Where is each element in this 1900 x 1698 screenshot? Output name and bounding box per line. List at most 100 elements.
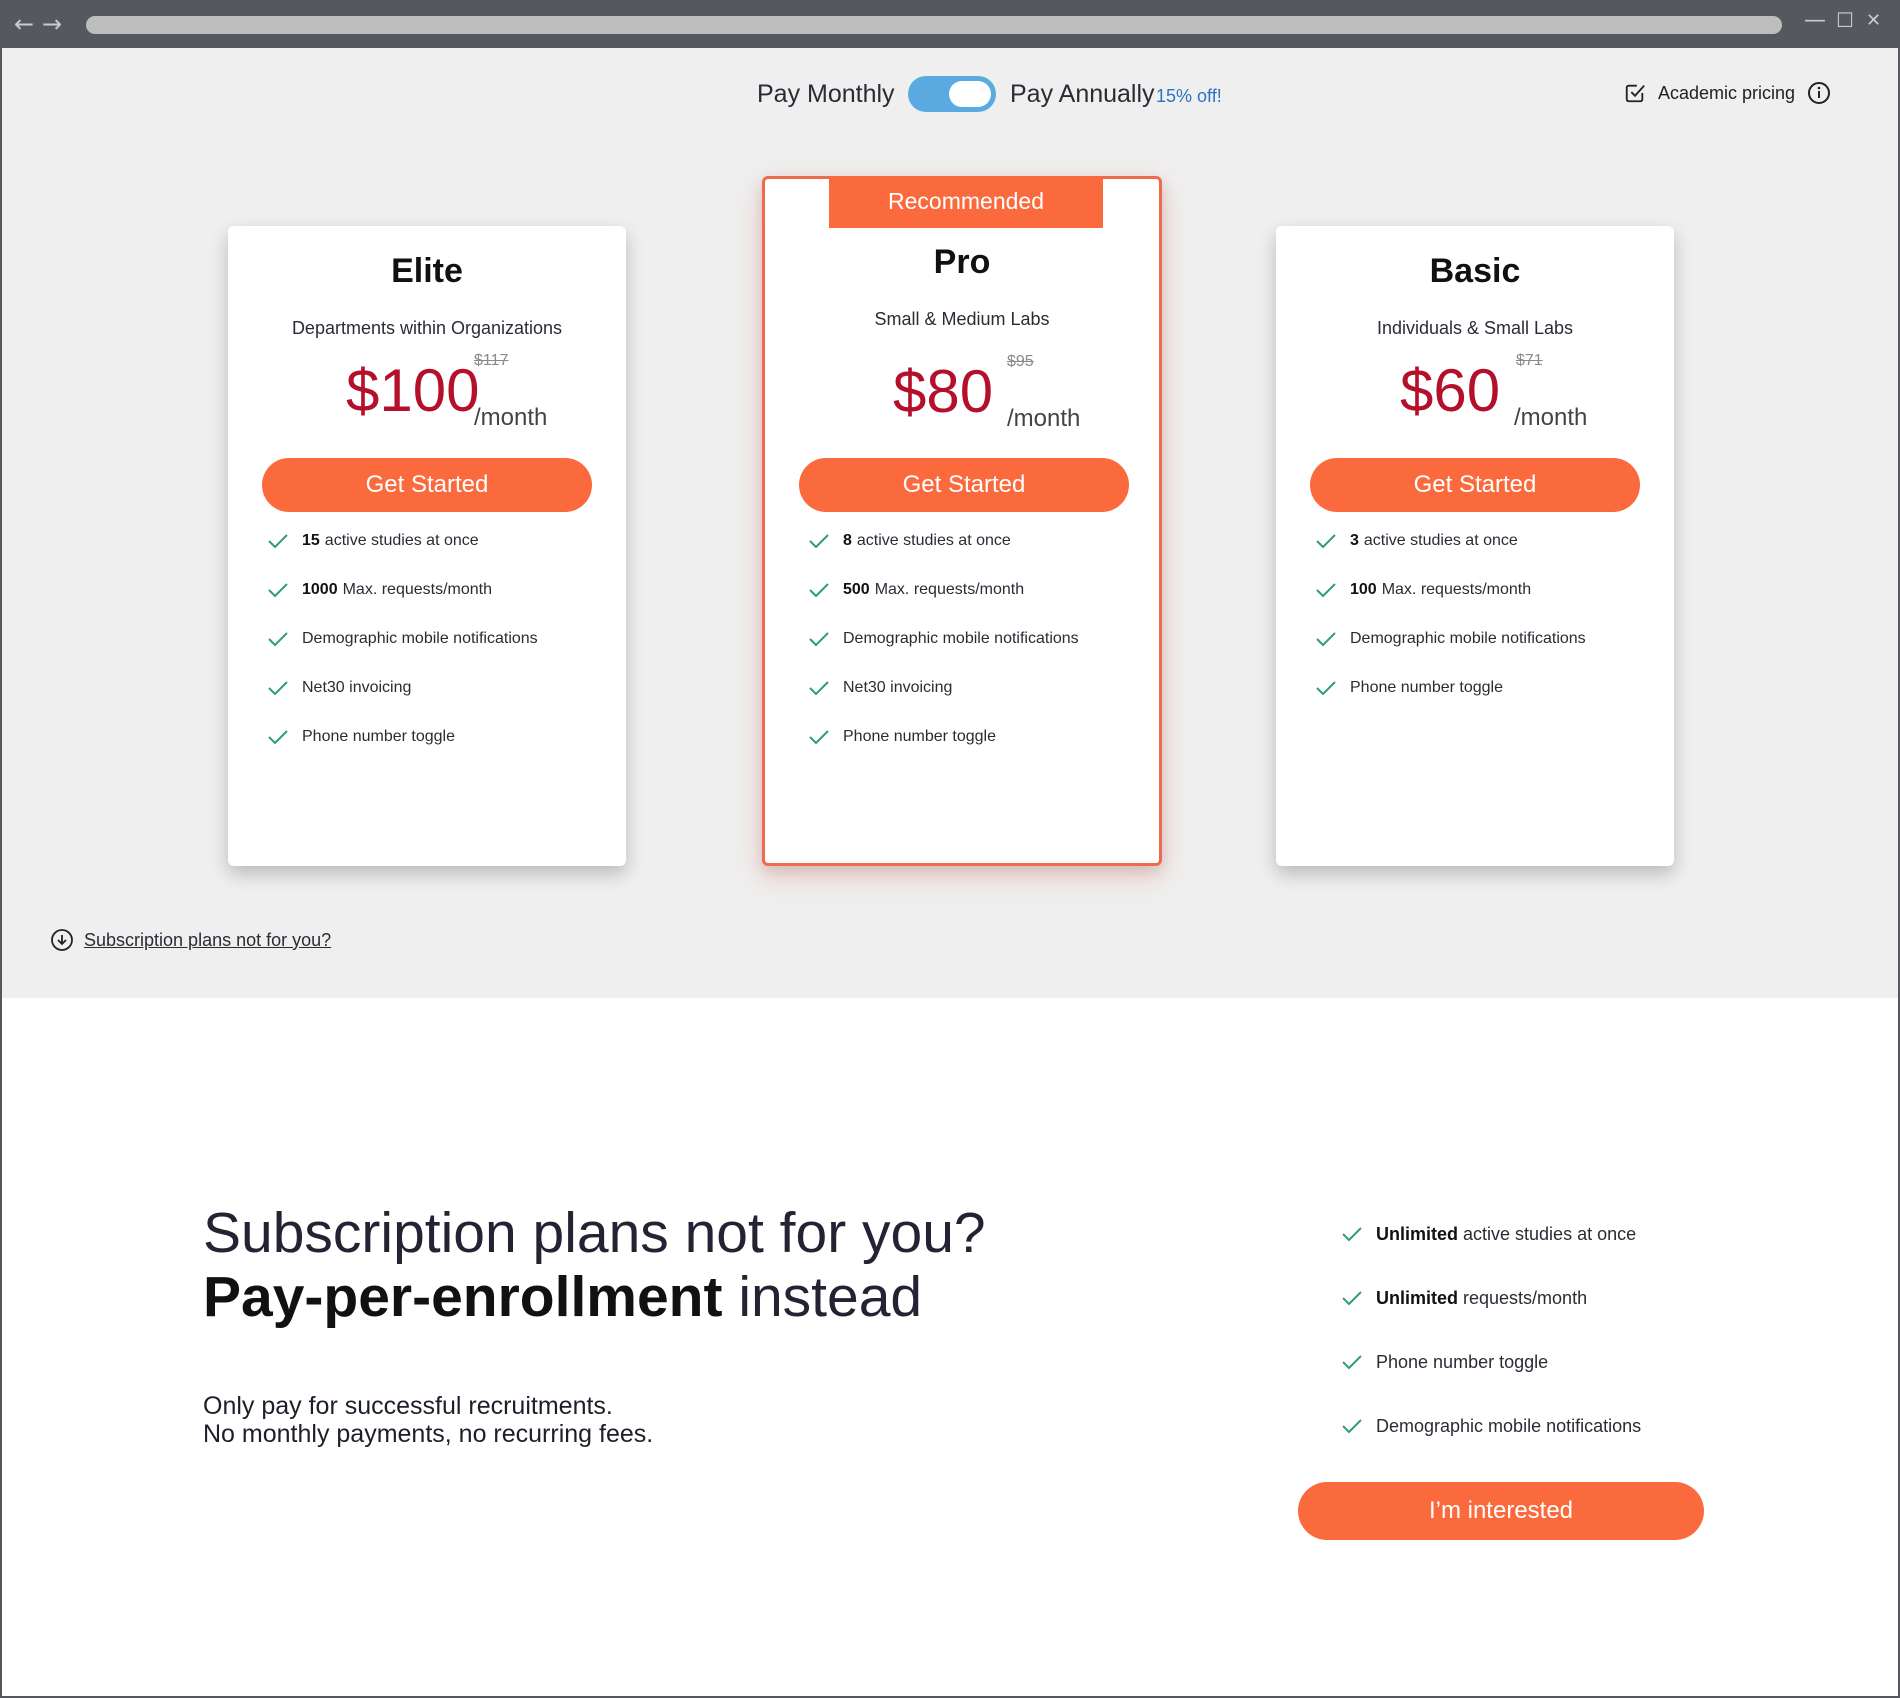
check-icon	[1342, 1355, 1362, 1370]
feature-value: 8	[843, 531, 852, 549]
academic-pricing-option: Academic pricing	[1624, 78, 1831, 108]
toggle-knob	[949, 81, 991, 107]
ppe-feature-text: Phone number toggle	[1376, 1351, 1549, 1372]
plan-period: /month	[1007, 405, 1081, 432]
feature-text: Demographic mobile notifications	[843, 629, 1079, 647]
feature-list: 3 active studies at once 100 Max. requests…	[1316, 516, 1664, 712]
ppe-headline-line2: Pay-per-enrollment instead	[203, 1264, 922, 1330]
annual-discount-badge: 15% off!	[1156, 86, 1222, 106]
feature-text: Phone number toggle	[302, 727, 455, 745]
feature-value: 15	[302, 531, 320, 549]
feature-item: 100 Max. requests/month	[1316, 565, 1664, 614]
ppe-feature-item: Phone number toggle	[1342, 1330, 1742, 1394]
plan-subtitle: Small & Medium Labs	[874, 309, 1050, 329]
plan-old-price: $95	[1007, 353, 1034, 370]
get-started-button[interactable]: Get Started	[1310, 458, 1640, 512]
feature-item: Net30 invoicing	[268, 663, 616, 712]
plan-name: Elite	[391, 252, 463, 290]
feature-value: 1000	[302, 580, 338, 598]
feature-item: 15 active studies at once	[268, 516, 616, 565]
feature-item: 8 active studies at once	[809, 516, 1149, 565]
ppe-feature-list: Unlimited active studies at once Unlimite…	[1342, 1202, 1742, 1458]
ppe-feature-item: Unlimited active studies at once	[1342, 1202, 1742, 1266]
check-icon	[268, 582, 288, 597]
feature-text: Net30 invoicing	[843, 678, 953, 696]
feature-item: Demographic mobile notifications	[809, 614, 1149, 663]
plan-card-basic: Basic Individuals & Small Labs $60 $71 /…	[1276, 226, 1674, 866]
ppe-feature-item: Unlimited requests/month	[1342, 1266, 1742, 1330]
plan-period: /month	[474, 404, 548, 431]
feature-item: 3 active studies at once	[1316, 516, 1664, 565]
plan-card-pro: Recommended Pro Small & Medium Labs $80 …	[762, 176, 1162, 866]
check-icon	[809, 631, 829, 646]
feature-list: 8 active studies at once 500 Max. requests…	[809, 516, 1149, 761]
checkbox-checked-icon[interactable]	[1624, 82, 1646, 104]
plan-name: Pro	[933, 243, 991, 281]
check-icon	[1316, 533, 1336, 548]
check-icon	[268, 631, 288, 646]
ppe-feature-text: Demographic mobile notifications	[1376, 1415, 1642, 1436]
close-icon[interactable]: ✕	[1866, 10, 1881, 31]
pay-monthly-label[interactable]: Pay Monthly	[757, 80, 895, 109]
check-icon	[809, 729, 829, 744]
billing-period-toggle[interactable]	[908, 76, 996, 112]
plan-price: $100	[346, 357, 480, 424]
feature-list: 15 active studies at once 1000 Max. reques…	[268, 516, 616, 761]
maximize-icon[interactable]: ☐	[1836, 8, 1854, 32]
ppe-description: Only pay for successful recruitments. No…	[203, 1392, 653, 1448]
feature-item: 500 Max. requests/month	[809, 565, 1149, 614]
plan-old-price: $71	[1516, 352, 1543, 369]
ppe-feature-value: Unlimited	[1376, 1223, 1459, 1244]
check-icon	[1316, 680, 1336, 695]
feature-text: active studies at once	[1363, 531, 1518, 549]
ppe-desc-line1: Only pay for successful recruitments.	[203, 1392, 613, 1420]
plan-subtitle: Individuals & Small Labs	[1376, 318, 1574, 338]
back-arrow-icon[interactable]: ←	[14, 10, 34, 38]
academic-pricing-label[interactable]: Academic pricing	[1658, 83, 1795, 104]
ppe-feature-item: Demographic mobile notifications	[1342, 1394, 1742, 1458]
feature-text: Phone number toggle	[843, 727, 996, 745]
feature-item: Phone number toggle	[809, 712, 1149, 761]
browser-chrome: ← → — ☐ ✕	[0, 0, 1900, 48]
check-icon	[1316, 582, 1336, 597]
plan-price: $60	[1400, 357, 1501, 424]
pay-annually-label[interactable]: Pay Annually	[1010, 80, 1155, 109]
info-icon[interactable]	[1807, 81, 1831, 105]
plan-name: Basic	[1429, 252, 1521, 290]
feature-value: 100	[1350, 580, 1377, 598]
forward-arrow-icon[interactable]: →	[42, 10, 62, 38]
address-bar[interactable]	[86, 16, 1782, 34]
check-icon	[809, 582, 829, 597]
check-icon	[268, 533, 288, 548]
check-icon	[809, 680, 829, 695]
not-for-you-label: Subscription plans not for you?	[84, 929, 332, 950]
check-icon	[1316, 631, 1336, 646]
feature-item: Phone number toggle	[268, 712, 616, 761]
ppe-headline-rest: instead	[738, 1265, 923, 1329]
check-icon	[1342, 1227, 1362, 1242]
feature-text: active studies at once	[324, 531, 479, 549]
check-icon	[268, 680, 288, 695]
get-started-button[interactable]: Get Started	[799, 458, 1129, 512]
check-icon	[1342, 1419, 1362, 1434]
get-started-button[interactable]: Get Started	[262, 458, 592, 512]
im-interested-button[interactable]: I’m interested	[1298, 1482, 1704, 1540]
feature-item: Net30 invoicing	[809, 663, 1149, 712]
check-icon	[268, 729, 288, 744]
feature-item: 1000 Max. requests/month	[268, 565, 616, 614]
plan-price: $80	[893, 358, 994, 425]
ppe-desc-line2: No monthly payments, no recurring fees.	[203, 1420, 654, 1448]
feature-text: Demographic mobile notifications	[302, 629, 538, 647]
plan-card-elite: Elite Departments within Organizations $…	[228, 226, 626, 866]
subscription-not-for-you-link[interactable]: Subscription plans not for you?	[50, 928, 331, 952]
check-icon	[809, 533, 829, 548]
feature-item: Phone number toggle	[1316, 663, 1664, 712]
minimize-icon[interactable]: —	[1804, 8, 1826, 33]
ppe-feature-text: requests/month	[1463, 1287, 1588, 1308]
feature-value: 500	[843, 580, 870, 598]
arrow-down-circle-icon	[51, 929, 73, 951]
check-icon	[1342, 1291, 1362, 1306]
feature-value: 3	[1350, 531, 1359, 549]
feature-item: Demographic mobile notifications	[1316, 614, 1664, 663]
plan-old-price: $117	[474, 352, 509, 369]
